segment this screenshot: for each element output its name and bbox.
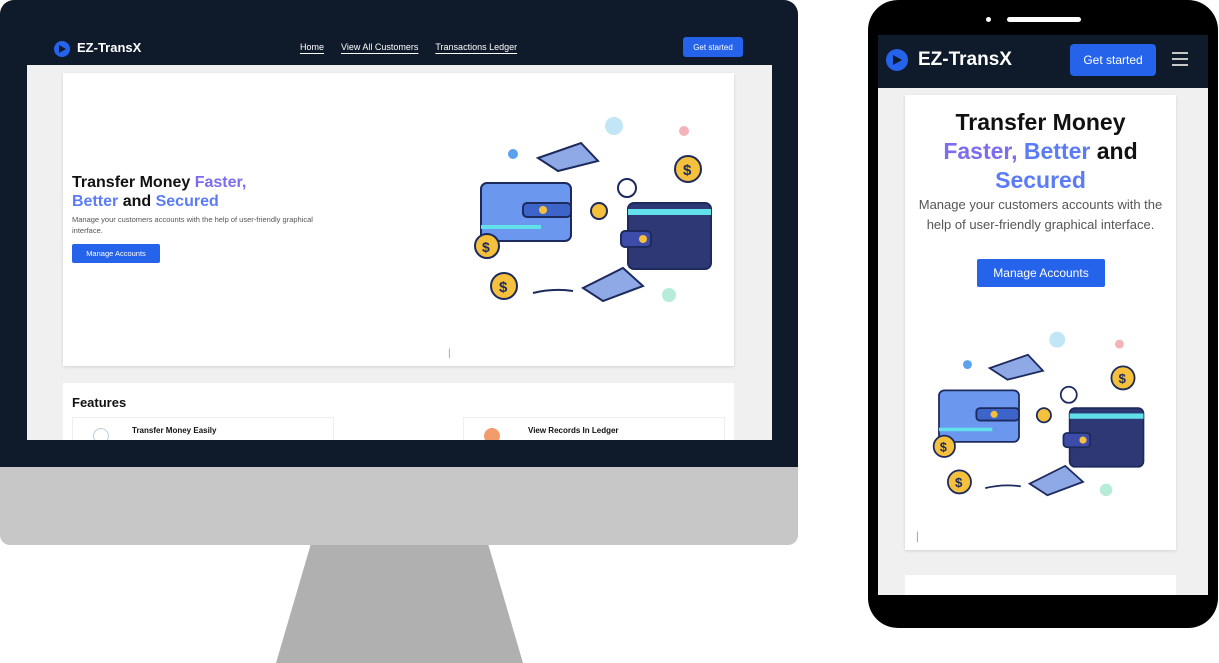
hero-section: Transfer Money Faster, Better and Secure… — [905, 95, 1176, 550]
hero-section: Transfer Money Faster, Better and Secure… — [63, 73, 734, 366]
manage-accounts-button[interactable]: Manage Accounts — [72, 244, 160, 263]
mobile-navbar: EZ-TransX Get started — [878, 35, 1208, 88]
svg-text:$: $ — [955, 475, 963, 490]
desktop-screen: EZ-TransX Home View All Customers Transa… — [27, 33, 772, 440]
feature-label-transfer: Transfer Money Easily — [132, 426, 217, 435]
nav-link-home[interactable]: Home — [300, 42, 324, 52]
hero-title: Transfer Money Faster, Better and Secure… — [72, 173, 322, 211]
image-marker: ▏ — [917, 532, 924, 542]
ledger-icon — [484, 428, 500, 440]
svg-text:$: $ — [683, 162, 692, 179]
feature-label-ledger: View Records In Ledger — [528, 426, 619, 435]
phone-camera — [986, 17, 991, 22]
get-started-button[interactable]: Get started — [1070, 44, 1156, 76]
logo-icon[interactable] — [54, 41, 70, 57]
hero-title-and: and — [122, 193, 152, 210]
hero-title: Transfer Money Faster, Better and Secure… — [905, 108, 1176, 195]
nav-links: Home View All Customers Transactions Led… — [300, 42, 517, 52]
svg-text:$: $ — [940, 441, 947, 455]
feature-card-transfer[interactable]: Transfer Money Easily — [72, 417, 334, 440]
manage-accounts-button[interactable]: Manage Accounts — [977, 259, 1105, 287]
monitor-chin — [0, 467, 798, 545]
nav-link-view-all-customers[interactable]: View All Customers — [341, 42, 418, 52]
image-marker: ▏ — [449, 349, 456, 358]
brand-name[interactable]: EZ-TransX — [77, 40, 141, 55]
hamburger-menu-icon[interactable] — [1172, 52, 1188, 66]
svg-text:$: $ — [482, 239, 490, 255]
device-mockup-stage: EZ-TransX Home View All Customers Transa… — [0, 0, 1219, 663]
hero-title-plain: Transfer Money — [72, 174, 191, 191]
hero-title-faster: Faster, — [943, 138, 1018, 164]
transfer-icon — [93, 428, 109, 440]
features-section: Features Transfer Money Easily View Reco… — [63, 383, 734, 440]
phone-speaker — [1007, 17, 1081, 22]
money-transfer-illustration: $ $ $ — [932, 331, 1145, 497]
hero-subtitle: Manage your customers accounts with the … — [72, 215, 313, 235]
features-title: Features — [72, 395, 127, 410]
mobile-screen: EZ-TransX Get started Transfer Money Fas… — [878, 35, 1208, 595]
hero-title-better: Better — [72, 193, 119, 210]
desktop-navbar: EZ-TransX Home View All Customers Transa… — [27, 33, 772, 65]
hero-title-plain: Transfer Money — [955, 109, 1126, 135]
nav-link-transactions-ledger[interactable]: Transactions Ledger — [435, 42, 517, 52]
next-section-card — [905, 575, 1176, 595]
hero-title-and: and — [1096, 138, 1138, 164]
hero-title-faster: Faster, — [194, 174, 247, 191]
hero-title-secured: Secured — [995, 167, 1086, 193]
feature-card-ledger[interactable]: View Records In Ledger — [463, 417, 725, 440]
hero-title-better: Better — [1023, 138, 1091, 164]
get-started-button[interactable]: Get started — [683, 37, 743, 57]
monitor-stand — [276, 545, 523, 663]
hero-title-secured: Secured — [155, 193, 219, 210]
svg-text:$: $ — [499, 279, 508, 296]
hero-subtitle: Manage your customers accounts with the … — [918, 197, 1163, 232]
logo-icon[interactable] — [886, 49, 908, 71]
brand-name[interactable]: EZ-TransX — [918, 49, 1012, 71]
money-transfer-illustration: $ $ $ — [474, 117, 712, 303]
svg-text:$: $ — [1119, 371, 1127, 386]
